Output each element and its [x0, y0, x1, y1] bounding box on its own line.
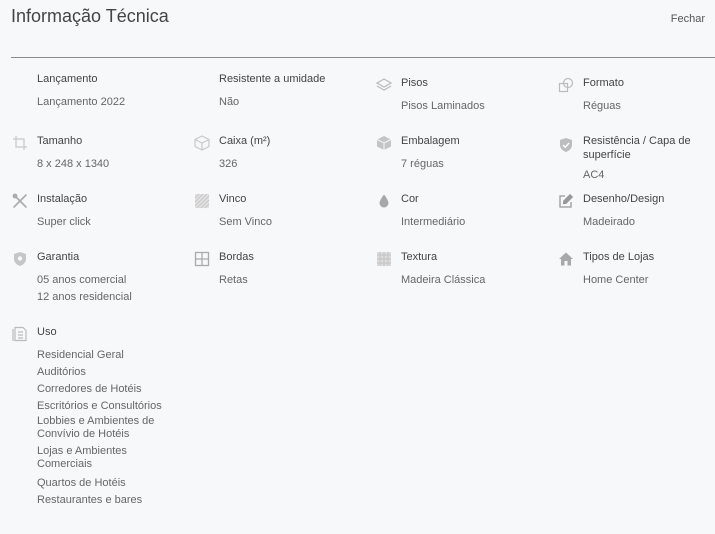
spec-resistencia: Resistência / Capa de superfície AC4	[557, 133, 715, 191]
box-icon	[194, 135, 210, 151]
spec-value: 7 réguas	[401, 158, 444, 170]
shield-check-icon	[558, 137, 574, 153]
spec-desenho: Desenho/Design Madeirado	[557, 191, 715, 249]
spec-value: Restaurantes e bares	[37, 494, 143, 506]
spec-lancamento: Lançamento Lançamento 2022	[11, 71, 193, 133]
spec-value: Corredores de Hotéis	[37, 383, 142, 395]
texture-icon	[194, 193, 210, 209]
spec-value: Retas	[219, 274, 248, 286]
close-button[interactable]: Fechar	[671, 13, 705, 25]
spec-vinco: Vinco Sem Vinco	[193, 191, 375, 249]
spec-label: Uso	[37, 326, 57, 338]
spec-label: Desenho/Design	[583, 193, 665, 205]
spec-bordas: Bordas Retas	[193, 249, 375, 324]
spec-value: Intermediário	[401, 216, 466, 228]
spec-uso: Uso Residencial Geral Auditórios Corredo…	[11, 324, 193, 509]
spec-garantia: Garantia 05 anos comercial 12 anos resid…	[11, 249, 193, 324]
header-divider	[11, 57, 715, 58]
spec-value: Super click	[37, 216, 91, 228]
spec-value: Madeirado	[583, 216, 635, 228]
spec-value: 12 anos residencial	[37, 291, 132, 303]
spec-value: Lançamento 2022	[37, 96, 126, 108]
spec-value: 05 anos comercial	[37, 274, 127, 286]
tools-icon	[12, 193, 28, 209]
grid-icon	[194, 251, 210, 267]
drop-icon	[376, 193, 392, 209]
spec-label: Garantia	[37, 251, 80, 263]
spec-label: Embalagem	[401, 135, 460, 147]
pattern-icon	[376, 251, 392, 267]
spec-label: Instalação	[37, 193, 88, 205]
spec-label: Lançamento	[37, 73, 98, 85]
spec-label: Vinco	[219, 193, 247, 205]
spec-label: Pisos	[401, 77, 428, 89]
spec-tamanho: Tamanho 8 x 248 x 1340	[11, 133, 193, 191]
package-icon	[376, 135, 392, 151]
spec-label: Tamanho	[37, 135, 83, 147]
spec-grid: Lançamento Lançamento 2022 Resistente a …	[11, 73, 715, 509]
spec-caixa: Caixa (m²) 326	[193, 133, 375, 191]
spec-tipos-lojas: Tipos de Lojas Home Center	[557, 249, 715, 324]
spec-label: Bordas	[219, 251, 254, 263]
spec-value: Lojas e Ambientes Comerciais	[37, 445, 127, 470]
spec-label: Resistência / Capa de superfície	[583, 135, 691, 161]
spec-value: Home Center	[583, 274, 649, 286]
spec-textura: Textura Madeira Clássica	[375, 249, 557, 324]
spec-value: 326	[219, 158, 238, 170]
spec-pisos: Pisos Pisos Laminados	[375, 75, 557, 133]
spec-value: Escritórios e Consultórios	[37, 400, 162, 412]
spec-label: Caixa (m²)	[219, 135, 271, 147]
spec-value: 8 x 248 x 1340	[37, 158, 110, 170]
spec-label: Cor	[401, 193, 419, 205]
spec-embalagem: Embalagem 7 réguas	[375, 133, 557, 191]
spec-label: Tipos de Lojas	[583, 251, 655, 263]
spec-value: Residencial Geral	[37, 349, 124, 361]
spec-value: Quartos de Hotéis	[37, 477, 126, 489]
shapes-icon	[558, 77, 574, 93]
spec-cor: Cor Intermediário	[375, 191, 557, 249]
document-icon	[12, 326, 28, 342]
spec-label: Formato	[583, 77, 624, 89]
spec-formato: Formato Réguas	[557, 75, 715, 133]
spec-value: Lobbies e Ambientes de Convívio de Hotéi…	[37, 415, 155, 440]
spec-value: Réguas	[583, 100, 621, 112]
spec-label: Textura	[401, 251, 438, 263]
spec-value: Auditórios	[37, 366, 86, 378]
page-title: Informação Técnica	[11, 6, 169, 26]
spec-instalacao: Instalação Super click	[11, 191, 193, 249]
spec-label: Resistente a umidade	[219, 73, 326, 85]
spec-value: AC4	[583, 169, 605, 181]
crop-icon	[12, 135, 28, 151]
home-icon	[558, 251, 574, 267]
spec-value: Madeira Clássica	[401, 274, 486, 286]
layers-icon	[376, 77, 392, 93]
spec-value: Pisos Laminados	[401, 100, 485, 112]
spec-value: Não	[219, 96, 240, 108]
spec-value: Sem Vinco	[219, 216, 272, 228]
spec-resistente-umidade: Resistente a umidade Não	[193, 71, 375, 133]
shield-icon	[12, 251, 28, 267]
edit-icon	[558, 193, 574, 209]
